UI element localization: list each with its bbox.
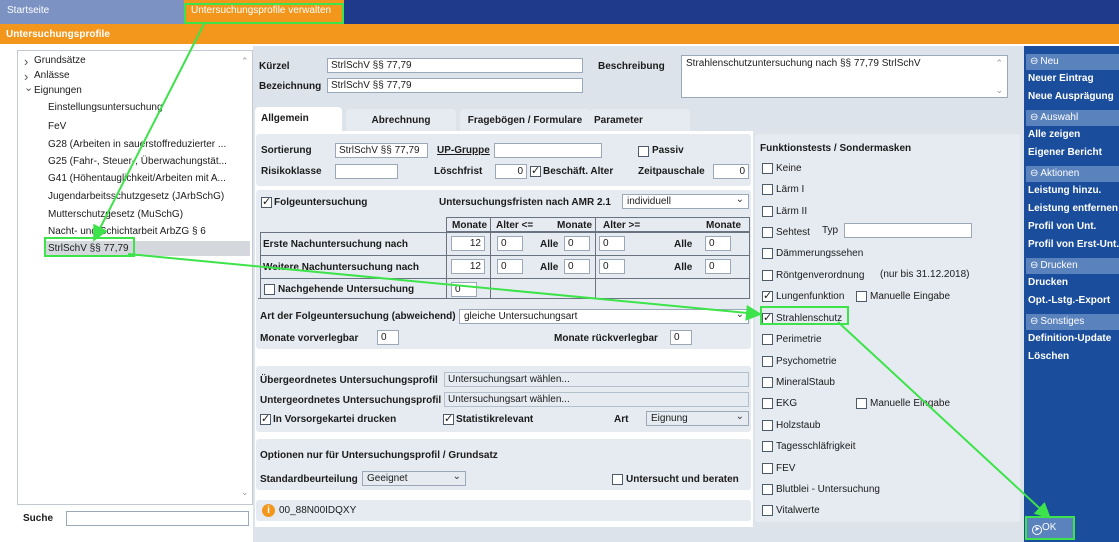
annotation-arrow-3 [837, 321, 1051, 519]
annotation-arrows [93, 21, 1051, 519]
annotation-arrow-2 [127, 253, 762, 321]
annotation-arrow-1 [93, 21, 206, 242]
